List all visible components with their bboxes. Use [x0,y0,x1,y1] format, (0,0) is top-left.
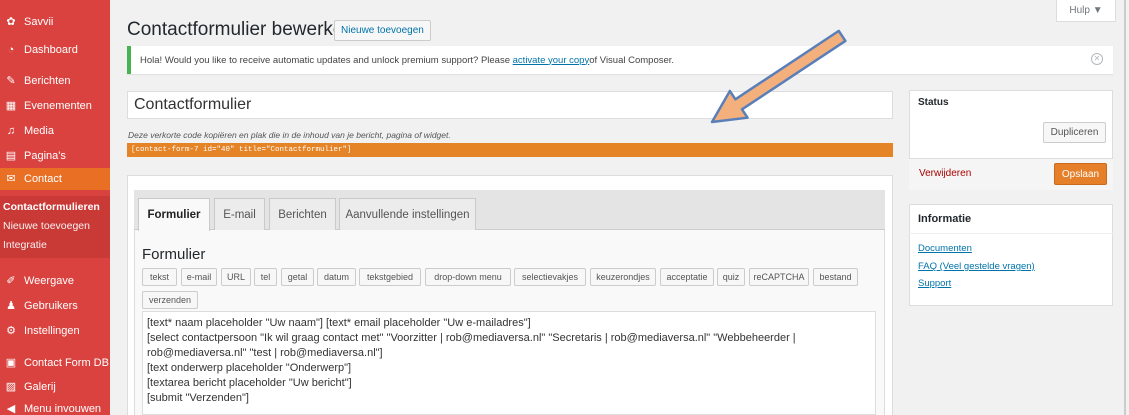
annotation-arrow-icon [710,29,847,124]
